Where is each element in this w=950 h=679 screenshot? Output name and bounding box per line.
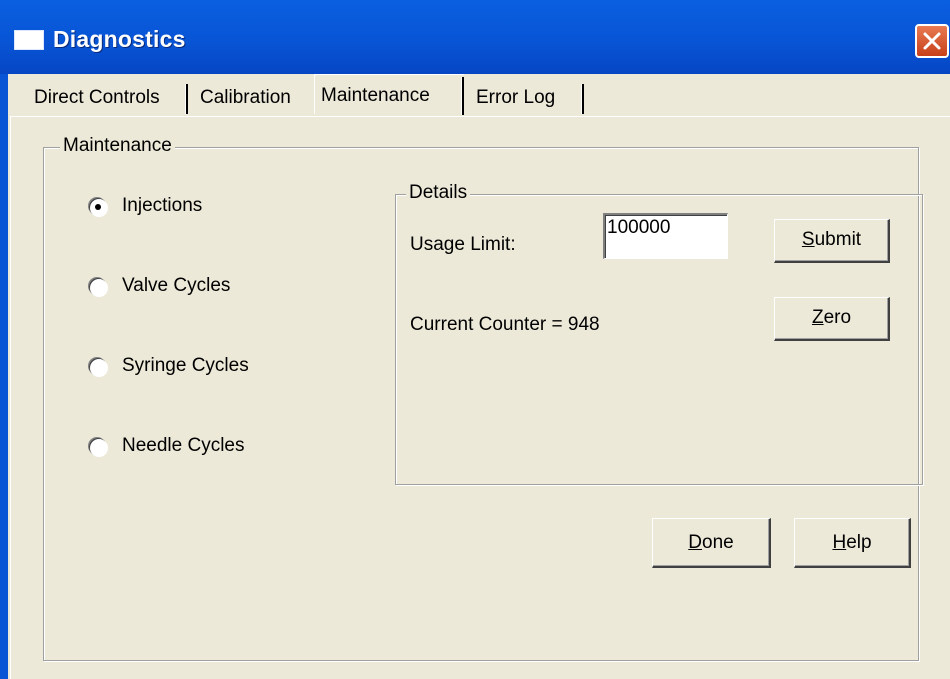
radio-label: Syringe Cycles	[122, 355, 249, 376]
radio-button-icon[interactable]	[89, 198, 107, 216]
zero-label: ero	[823, 307, 852, 328]
tab-label: Maintenance	[321, 85, 430, 106]
submit-mnemonic: S	[801, 229, 815, 250]
radio-button-icon[interactable]	[89, 438, 107, 456]
diagnostics-window: Diagnostics Direct Controls Calibration …	[0, 0, 950, 679]
radio-label: Injections	[122, 195, 203, 216]
zero-mnemonic: Z	[811, 307, 824, 328]
tab-separator	[185, 84, 188, 114]
maintenance-group-label: Maintenance	[60, 135, 175, 157]
close-button[interactable]	[915, 24, 949, 58]
window-frame	[0, 74, 8, 679]
submit-button[interactable]: Submit	[774, 219, 890, 263]
radio-label: Valve Cycles	[122, 275, 231, 296]
done-label: one	[702, 532, 734, 553]
radio-button-icon[interactable]	[89, 278, 107, 296]
tab-error-log[interactable]: Error Log	[470, 82, 584, 114]
tab-direct-controls[interactable]: Direct Controls	[28, 82, 188, 114]
close-icon	[923, 32, 941, 50]
details-group-label: Details	[406, 182, 471, 204]
help-button[interactable]: Help	[794, 518, 911, 568]
zero-button[interactable]: Zero	[774, 297, 890, 341]
window-icon	[14, 30, 44, 50]
done-mnemonic: D	[688, 532, 703, 553]
tab-calibration[interactable]: Calibration	[194, 82, 308, 114]
current-counter: Current Counter = 948	[410, 314, 600, 335]
radio-button-icon[interactable]	[89, 358, 107, 376]
title-bar[interactable]: Diagnostics	[0, 0, 950, 74]
help-mnemonic: H	[832, 532, 847, 553]
submit-label: ubmit	[814, 229, 862, 250]
window-title: Diagnostics	[53, 26, 186, 52]
done-button[interactable]: Done	[652, 518, 771, 568]
tab-strip: Direct Controls Calibration Maintenance …	[8, 74, 950, 116]
tab-maintenance[interactable]: Maintenance	[314, 74, 464, 115]
radio-selected-dot	[95, 204, 101, 210]
usage-limit-input[interactable]: 100000	[603, 213, 728, 259]
tab-separator	[461, 77, 464, 115]
usage-limit-label: Usage Limit:	[410, 234, 516, 255]
help-label: elp	[846, 532, 872, 553]
tab-separator	[581, 84, 584, 114]
tab-label: Calibration	[200, 87, 291, 108]
tab-label: Error Log	[476, 87, 556, 108]
maintenance-page: Maintenance Injections Valve Cycles Syri…	[10, 116, 950, 679]
radio-label: Needle Cycles	[122, 435, 245, 456]
tab-label: Direct Controls	[34, 87, 160, 108]
